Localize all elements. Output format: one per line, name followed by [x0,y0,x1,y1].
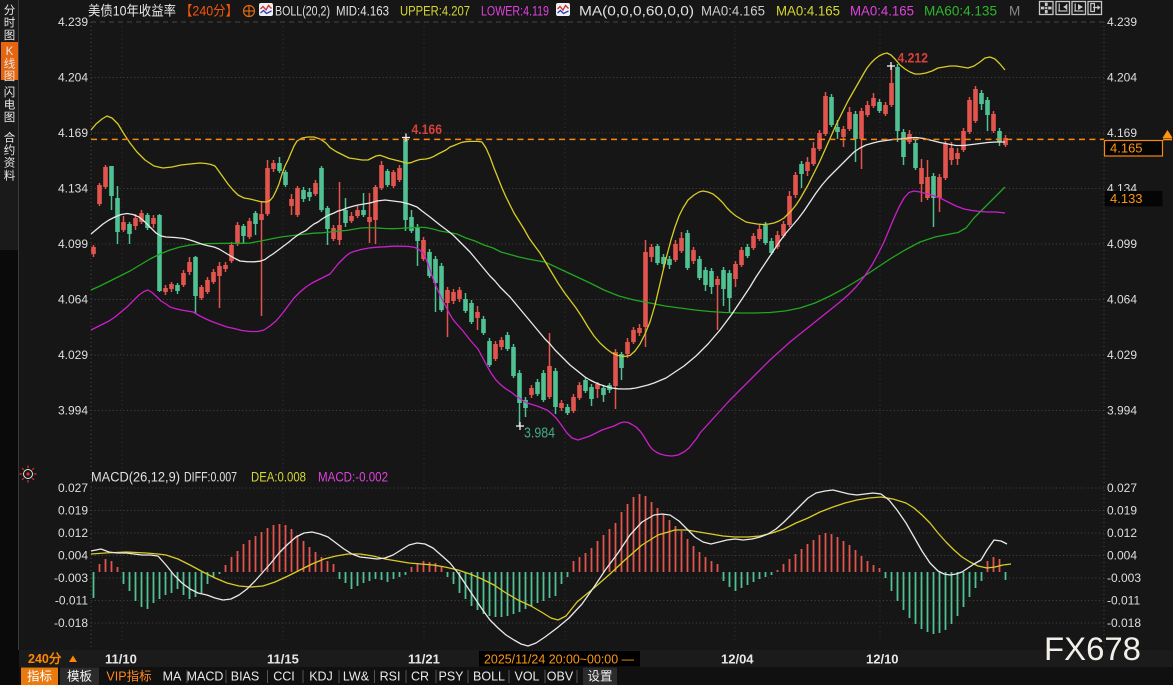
svg-text:4.169: 4.169 [1107,126,1137,140]
svg-text:MACD:-0.002: MACD:-0.002 [318,470,388,485]
svg-text:4.134: 4.134 [58,182,88,196]
svg-text:-0.003: -0.003 [1107,571,1141,585]
svg-text:BOLL: BOLL [473,670,505,684]
svg-text:MA0:4.165: MA0:4.165 [776,4,840,19]
svg-text:4.169: 4.169 [58,126,88,140]
svg-text:MA: MA [163,670,182,684]
svg-text:4.204: 4.204 [58,71,88,85]
svg-text:BOLL(20,2): BOLL(20,2) [275,4,330,19]
svg-text:4.204: 4.204 [1107,71,1137,85]
svg-text:-0.018: -0.018 [1107,616,1141,630]
svg-text:资: 资 [4,157,16,170]
svg-text:料: 料 [4,168,16,182]
svg-text:0.027: 0.027 [1107,481,1137,495]
svg-text:图: 图 [4,111,16,124]
svg-text:4.239: 4.239 [1107,15,1137,29]
svg-text:K: K [6,46,14,58]
svg-text:MA60:4.135: MA60:4.135 [924,4,997,19]
svg-text:FX678: FX678 [1044,631,1141,667]
svg-text:图: 图 [4,70,16,83]
svg-text:4.099: 4.099 [1107,237,1137,251]
svg-text:PSY: PSY [438,670,464,684]
svg-text:M: M [1009,4,1020,19]
svg-text:OBV: OBV [547,670,574,684]
svg-text:4.029: 4.029 [58,348,88,362]
svg-text:11/15: 11/15 [267,652,299,667]
svg-text:-0.018: -0.018 [54,616,88,630]
svg-text:DEA:0.008: DEA:0.008 [251,470,306,485]
svg-text:0.012: 0.012 [1107,526,1137,540]
svg-text:MACD: MACD [187,670,224,684]
svg-text:模板: 模板 [67,670,93,684]
svg-text:设置: 设置 [587,669,612,684]
svg-text:CR: CR [411,670,429,684]
svg-text:-0.011: -0.011 [1107,594,1140,608]
svg-text:11/10: 11/10 [105,652,137,667]
svg-text:时: 时 [4,17,16,30]
svg-text:12/04: 12/04 [721,652,754,667]
svg-text:-0.003: -0.003 [54,571,88,585]
svg-text:4.239: 4.239 [58,15,88,29]
svg-text:4.064: 4.064 [1107,293,1137,307]
svg-text:分: 分 [4,4,16,17]
svg-text:11/21: 11/21 [408,652,440,667]
svg-text:MID:4.163: MID:4.163 [336,4,389,19]
svg-text:DIFF:0.007: DIFF:0.007 [184,470,237,485]
svg-text:4.166: 4.166 [412,122,443,137]
svg-text:美债10年收益率: 美债10年收益率 [88,3,176,19]
svg-text:LOWER:4.119: LOWER:4.119 [481,4,549,19]
svg-text:0.012: 0.012 [58,526,88,540]
svg-text:0.004: 0.004 [58,549,88,563]
svg-text:4.099: 4.099 [58,237,88,251]
svg-text:4.165: 4.165 [1110,141,1143,156]
svg-text:图: 图 [4,29,16,42]
svg-text:3.984: 3.984 [524,426,555,442]
svg-text:0.004: 0.004 [1107,549,1137,563]
svg-text:电: 电 [4,99,16,112]
svg-text:CCI: CCI [273,670,295,684]
svg-text:合: 合 [4,131,16,145]
svg-text:约: 约 [4,143,16,157]
svg-text:4.133: 4.133 [1110,191,1143,206]
svg-text:UPPER:4.207: UPPER:4.207 [400,4,470,19]
svg-text:240分: 240分 [28,651,62,666]
svg-text:4.212: 4.212 [898,51,929,66]
svg-text:MA0:4.165: MA0:4.165 [701,4,765,19]
svg-text:3.994: 3.994 [1107,404,1137,418]
svg-text:KDJ: KDJ [309,670,333,684]
svg-text:指标: 指标 [27,669,52,684]
svg-text:MA0:4.165: MA0:4.165 [850,4,914,19]
svg-text:VIP指标: VIP指标 [106,669,151,684]
svg-text:0.019: 0.019 [1107,504,1137,518]
svg-text:-0.011: -0.011 [55,594,88,608]
svg-text:BIAS: BIAS [231,670,260,684]
svg-text:4.029: 4.029 [1107,348,1137,362]
svg-text:0.019: 0.019 [58,504,88,518]
svg-text:闪: 闪 [4,85,16,99]
svg-text:【240分】: 【240分】 [180,4,238,19]
svg-text:RSI: RSI [380,670,401,684]
svg-text:12/10: 12/10 [866,652,899,667]
svg-text:线: 线 [4,57,16,71]
svg-text:MA(0,0,0,60,0,0): MA(0,0,0,60,0,0) [579,4,694,19]
svg-text:0.027: 0.027 [58,481,88,495]
svg-text:3.994: 3.994 [58,404,88,418]
svg-text:2025/11/24 20:00~00:00 —: 2025/11/24 20:00~00:00 — [484,652,634,667]
svg-text:VOL: VOL [514,670,539,684]
svg-text:LW&: LW& [343,670,370,684]
svg-text:4.064: 4.064 [58,293,88,307]
svg-text:MACD(26,12,9): MACD(26,12,9) [91,470,180,485]
